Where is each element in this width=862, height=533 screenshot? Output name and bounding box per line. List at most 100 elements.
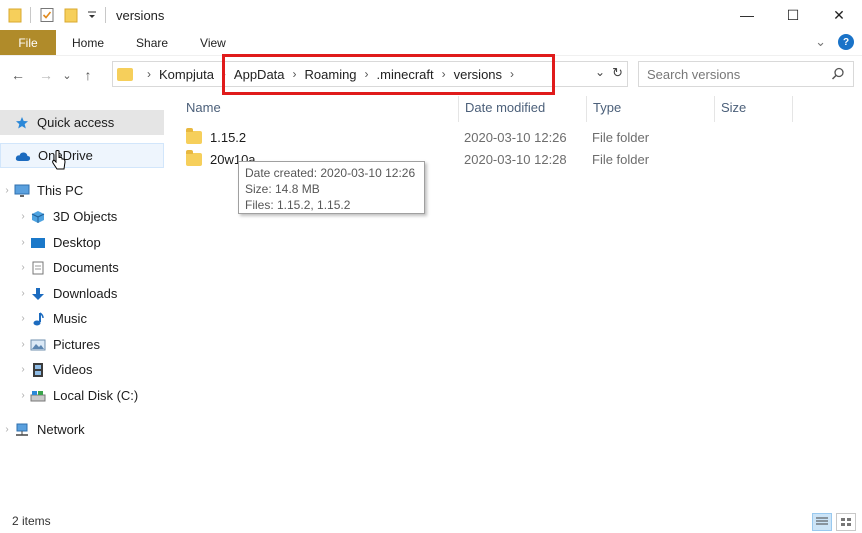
expander-icon[interactable]: › xyxy=(16,262,30,273)
crumb-minecraft[interactable]: .minecraft › xyxy=(377,67,454,82)
large-icons-view-button[interactable] xyxy=(836,513,856,531)
column-header-type[interactable]: Type xyxy=(593,96,621,118)
expander-icon[interactable]: › xyxy=(0,424,14,435)
expander-icon[interactable]: › xyxy=(16,339,30,350)
close-button[interactable]: ✕ xyxy=(816,0,862,30)
crumb-appdata[interactable]: AppData › xyxy=(234,67,305,82)
crumb-kompjuta[interactable]: Kompjuta › xyxy=(159,67,234,82)
expander-icon[interactable]: › xyxy=(16,237,30,248)
sidebar-item-this-pc[interactable]: › This PC xyxy=(0,178,164,203)
sidebar-item-pictures[interactable]: › Pictures xyxy=(16,332,164,357)
up-button[interactable]: ↑ xyxy=(74,61,102,89)
tooltip-date-created: Date created: 2020-03-10 12:26 xyxy=(245,166,416,180)
new-folder-icon[interactable] xyxy=(63,7,79,23)
address-bar[interactable]: › Kompjuta › AppData › Roaming › .minecraft… xyxy=(112,61,628,87)
sidebar-item-label: This PC xyxy=(37,183,84,198)
sidebar-item-label: 3D Objects xyxy=(53,209,118,224)
tab-home[interactable]: Home xyxy=(56,30,120,55)
download-arrow-icon xyxy=(30,286,46,302)
tab-view[interactable]: View xyxy=(184,30,242,55)
sidebar-item-desktop[interactable]: › Desktop xyxy=(16,230,164,255)
address-separator[interactable]: › xyxy=(139,67,159,81)
sidebar-item-3d-objects[interactable]: › 3D Objects xyxy=(16,204,164,229)
mouse-pointer-icon xyxy=(52,150,66,170)
document-icon xyxy=(30,260,46,276)
crumb-roaming[interactable]: Roaming › xyxy=(305,67,377,82)
sidebar-item-videos[interactable]: › Videos xyxy=(16,357,164,382)
toolbar-separator xyxy=(105,7,106,23)
recent-locations-button[interactable]: ⌄ xyxy=(60,61,74,89)
column-divider[interactable] xyxy=(458,96,459,122)
ribbon-right-controls: ⌄ ? xyxy=(815,34,854,50)
address-dropdown-icon[interactable]: ⌄ xyxy=(595,65,605,79)
column-divider[interactable] xyxy=(714,96,715,122)
navigation-pane: Quick access OneDrive › This PC › 3D Obj… xyxy=(0,96,168,508)
sidebar-item-onedrive[interactable]: OneDrive xyxy=(0,143,164,168)
customize-dropdown-icon[interactable] xyxy=(87,7,97,23)
file-list: Name Date modified Type Size 1.15.2 2020… xyxy=(168,96,862,508)
search-icon[interactable] xyxy=(831,67,845,81)
expander-icon[interactable]: › xyxy=(16,364,30,375)
title-bar: versions — ☐ ✕ xyxy=(0,0,862,30)
sidebar-item-downloads[interactable]: › Downloads xyxy=(16,281,164,306)
file-type: File folder xyxy=(592,129,650,145)
sidebar-item-music[interactable]: › Music xyxy=(16,306,164,331)
folder-icon xyxy=(186,127,202,144)
column-divider[interactable] xyxy=(792,96,793,122)
maximize-button[interactable]: ☐ xyxy=(770,0,816,30)
table-row[interactable]: 1.15.2 2020-03-10 12:26 File folder xyxy=(186,126,836,148)
sidebar-item-network[interactable]: › Network xyxy=(0,417,164,442)
network-icon xyxy=(14,422,30,438)
details-view-icon xyxy=(816,517,828,525)
back-button[interactable]: ← xyxy=(4,61,32,89)
film-icon xyxy=(30,362,46,378)
details-view-button[interactable] xyxy=(812,513,832,531)
star-icon xyxy=(14,115,30,131)
sidebar-item-label: Quick access xyxy=(37,115,115,130)
expander-icon[interactable]: › xyxy=(0,185,14,196)
folder-icon xyxy=(117,67,133,81)
expander-icon[interactable]: › xyxy=(16,313,30,324)
help-icon[interactable]: ? xyxy=(838,34,854,50)
forward-button[interactable]: → xyxy=(32,61,60,89)
cube-icon xyxy=(30,209,46,225)
window-controls: — ☐ ✕ xyxy=(724,0,862,30)
expander-icon[interactable]: › xyxy=(16,211,30,222)
monitor-icon xyxy=(14,183,30,199)
column-header-size[interactable]: Size xyxy=(721,96,746,118)
folder-icon[interactable] xyxy=(8,7,22,23)
crumb-versions[interactable]: versions › xyxy=(454,67,522,82)
tab-share[interactable]: Share xyxy=(120,30,184,55)
file-date: 2020-03-10 12:28 xyxy=(464,151,567,167)
refresh-icon[interactable]: ↻ xyxy=(612,65,623,81)
disk-icon xyxy=(30,388,46,404)
folder-info-tooltip: Date created: 2020-03-10 12:26 Size: 14.… xyxy=(238,161,425,214)
minimize-button[interactable]: — xyxy=(724,0,770,30)
large-icons-view-icon xyxy=(841,518,851,526)
expander-icon[interactable]: › xyxy=(16,288,30,299)
file-date: 2020-03-10 12:26 xyxy=(464,129,567,145)
search-input[interactable] xyxy=(647,66,831,82)
expander-icon[interactable]: › xyxy=(16,390,30,401)
music-note-icon xyxy=(30,311,46,327)
column-header-name[interactable]: Name xyxy=(186,96,221,118)
properties-icon[interactable] xyxy=(39,7,55,23)
picture-icon xyxy=(30,337,46,353)
folder-icon xyxy=(186,149,202,166)
column-divider[interactable] xyxy=(586,96,587,122)
expand-ribbon-icon[interactable]: ⌄ xyxy=(815,34,826,50)
tab-file[interactable]: File xyxy=(0,30,56,55)
tooltip-files: Files: 1.15.2, 1.15.2 xyxy=(245,198,351,212)
column-header-date-modified[interactable]: Date modified xyxy=(465,96,545,118)
ribbon-tabs: File Home Share View ⌄ ? xyxy=(0,30,862,56)
sidebar-item-documents[interactable]: › Documents xyxy=(16,255,164,280)
sidebar-item-label: Network xyxy=(37,422,85,437)
search-box[interactable] xyxy=(638,61,854,87)
item-count: 2 items xyxy=(12,513,51,528)
sidebar-item-local-disk[interactable]: › Local Disk (C:) xyxy=(16,383,164,408)
view-switcher xyxy=(812,513,856,531)
quick-access-toolbar xyxy=(0,7,106,23)
sidebar-item-quick-access[interactable]: Quick access xyxy=(0,110,164,135)
sidebar-item-label: Documents xyxy=(53,260,119,275)
desktop-icon xyxy=(30,235,46,251)
